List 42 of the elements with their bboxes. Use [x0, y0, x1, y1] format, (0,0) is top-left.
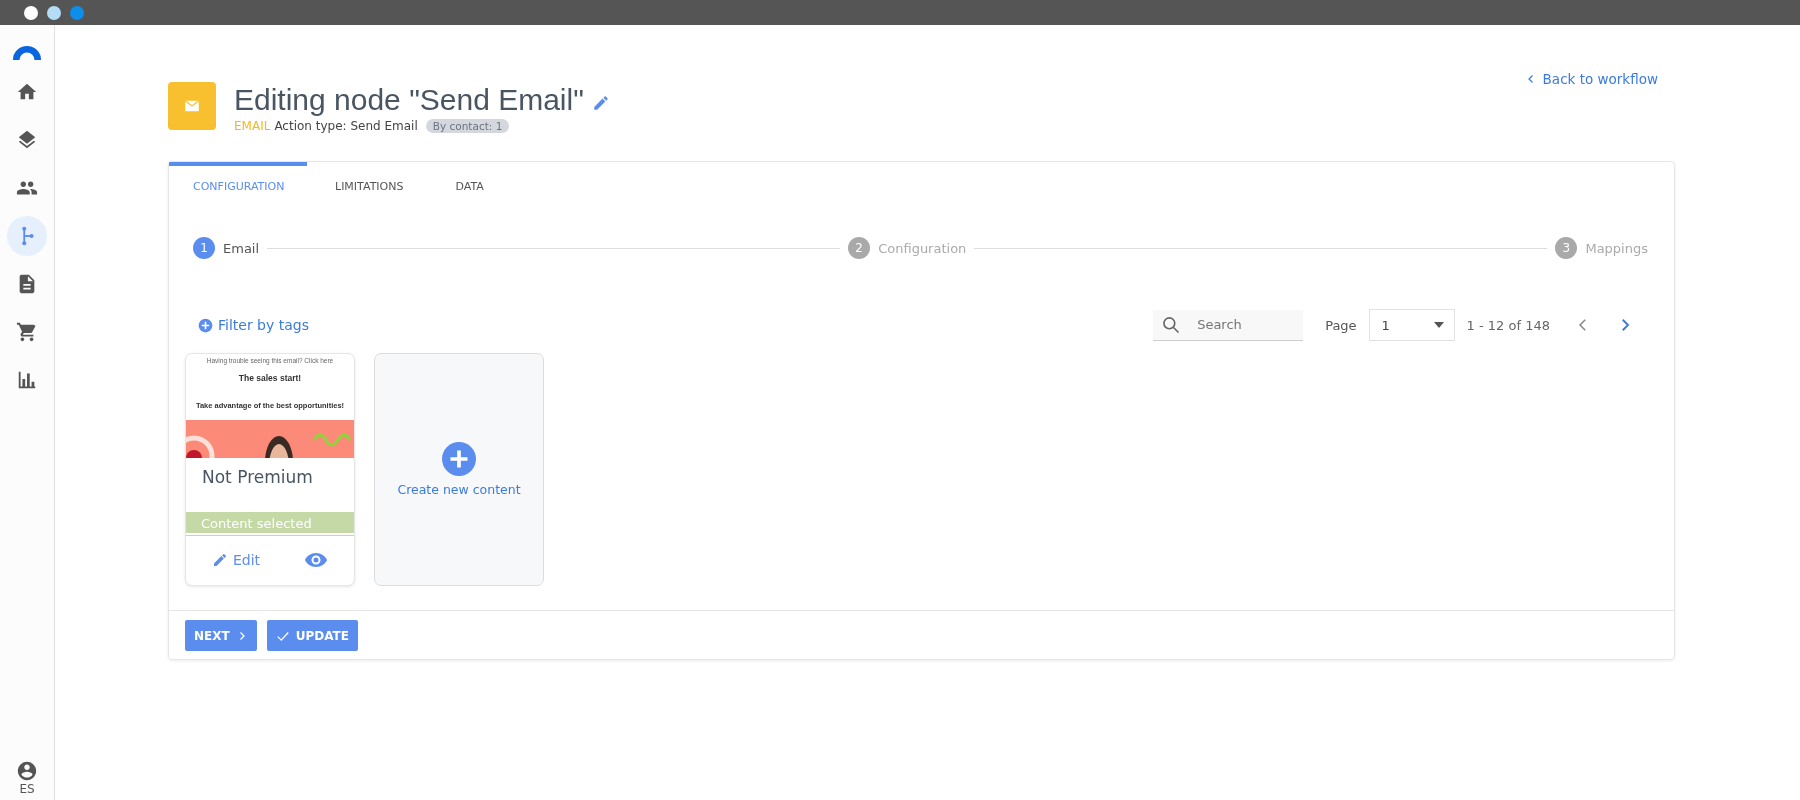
edit-link[interactable]: Edit — [211, 552, 261, 568]
next-button[interactable]: NEXT — [185, 620, 257, 651]
window-dot[interactable] — [47, 5, 61, 20]
step[interactable]: 3 Mappings — [1555, 237, 1648, 259]
tab[interactable]: DATA — [431, 162, 508, 205]
content-name: Not Premium — [201, 466, 314, 489]
cart-icon — [16, 321, 38, 343]
page-range: 1 - 12 of 148 — [1466, 317, 1550, 333]
filter-link[interactable]: Filter by tags — [198, 317, 309, 333]
window-dot[interactable] — [24, 5, 38, 20]
plus-icon — [198, 317, 213, 333]
chart-icon — [16, 369, 38, 391]
page-title: Editing node "Send Email" — [234, 83, 584, 117]
create-label: Create new content — [397, 482, 521, 497]
email-node-icon — [168, 82, 216, 130]
nav-branch-button[interactable] — [7, 216, 47, 256]
selected-status: Content selected — [186, 512, 354, 535]
contact-badge: By contact: 1 — [425, 119, 510, 133]
action-type-label: Action type: Send Email — [274, 119, 418, 133]
update-button[interactable]: UPDATE — [266, 620, 358, 651]
page-label: Page — [1325, 317, 1357, 333]
step[interactable]: 2 Configuration — [848, 237, 967, 259]
pencil-icon[interactable] — [591, 94, 610, 112]
logo-icon[interactable] — [12, 43, 42, 62]
tab[interactable]: LIMITATIONS — [311, 162, 428, 205]
plus-icon — [442, 442, 476, 476]
channel-label: EMAIL — [234, 119, 271, 133]
back-link[interactable]: Back to workflow — [1524, 71, 1658, 87]
step[interactable]: 1 Email — [193, 237, 260, 259]
search-icon — [1161, 314, 1182, 335]
layers-icon — [16, 129, 38, 151]
account-icon[interactable] — [16, 760, 38, 782]
preview-heading: The sales start! — [238, 373, 302, 383]
language-label: ES — [19, 782, 35, 796]
tab[interactable]: CONFIGURATION — [169, 162, 307, 205]
page-select[interactable]: 1 — [1368, 309, 1455, 341]
search-field[interactable]: Search — [1153, 309, 1304, 341]
create-content-card[interactable]: Create new content — [374, 353, 544, 586]
pencil-icon — [211, 552, 228, 568]
window-dot[interactable] — [70, 5, 84, 20]
caret-icon — [1433, 322, 1444, 328]
search-input[interactable]: Search — [1195, 316, 1290, 333]
